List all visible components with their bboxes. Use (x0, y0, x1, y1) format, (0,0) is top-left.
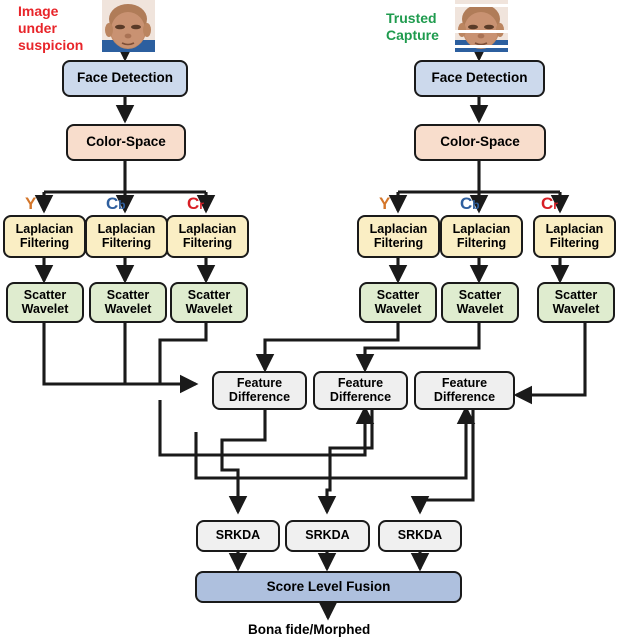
label-line: Difference (228, 389, 291, 404)
left-branch-caption: Image under suspicion (18, 3, 84, 54)
label-line: Feature (337, 376, 384, 390)
right-color-space-label: Color-Space (440, 134, 520, 150)
label-line: Wavelet (374, 301, 422, 316)
label-line: Scatter (458, 288, 502, 302)
label-line: Filtering (456, 235, 507, 250)
probe-face-photo (102, 0, 155, 52)
right-channel-cb-label: Cb (460, 194, 480, 213)
left-scatter-wavelet-cb[interactable]: Scatter Wavelet (89, 282, 167, 323)
right-channel-cr-label: Cr (541, 194, 558, 213)
right-laplacian-filtering-y[interactable]: Laplacian Filtering (357, 215, 440, 258)
label-line: Wavelet (21, 301, 69, 316)
right-scatter-wavelet-cb[interactable]: Scatter Wavelet (441, 282, 519, 323)
score-level-fusion-label: Score Level Fusion (266, 578, 391, 594)
right-channel-y-label: Y (379, 194, 391, 213)
label-line: Scatter (187, 288, 231, 302)
label-line: Scatter (376, 288, 420, 302)
label-line: Filtering (182, 235, 233, 250)
label-line: Laplacian (369, 222, 428, 236)
right-face-detection-box[interactable]: Face Detection (414, 60, 545, 97)
srkda-label: SRKDA (305, 528, 350, 543)
score-level-fusion-box[interactable]: Score Level Fusion (195, 571, 462, 603)
feature-difference-box-3[interactable]: Feature Difference (414, 371, 515, 410)
left-channel-cb-label: Cb (106, 194, 126, 213)
left-color-space-box[interactable]: Color-Space (66, 124, 186, 161)
left-scatter-wavelet-y[interactable]: Scatter Wavelet (6, 282, 84, 323)
label-line: Wavelet (456, 301, 504, 316)
left-face-detection-label: Face Detection (76, 70, 174, 86)
left-face-detection-box[interactable]: Face Detection (62, 60, 188, 97)
right-laplacian-filtering-cb[interactable]: Laplacian Filtering (440, 215, 523, 258)
feature-difference-box-2[interactable]: Feature Difference (313, 371, 408, 410)
left-scatter-wavelet-cr[interactable]: Scatter Wavelet (170, 282, 248, 323)
srkda-label: SRKDA (215, 528, 261, 543)
label-line: Filtering (373, 235, 424, 250)
reference-face-photo (455, 0, 508, 52)
label-line: Feature (441, 376, 488, 390)
right-branch-caption: Trusted Capture (386, 10, 439, 44)
srkda-box-1[interactable]: SRKDA (196, 520, 280, 552)
label-line: Scatter (106, 288, 150, 302)
left-channel-y-label: Y (25, 194, 37, 213)
feature-difference-box-1[interactable]: Feature Difference (212, 371, 307, 410)
final-decision-label: Bona fide/Morphed (248, 622, 371, 637)
label-line: Difference (329, 389, 392, 404)
right-color-space-box[interactable]: Color-Space (414, 124, 546, 161)
right-face-detection-label: Face Detection (431, 70, 528, 86)
srkda-label: SRKDA (397, 528, 443, 543)
diagram-canvas: Image under suspicion Trusted Capture Fa… (0, 0, 620, 642)
label-line: Laplacian (545, 222, 604, 236)
srkda-box-2[interactable]: SRKDA (285, 520, 370, 552)
label-line: Laplacian (452, 222, 511, 236)
left-color-space-label: Color-Space (86, 134, 166, 150)
label-line: Laplacian (97, 222, 156, 236)
left-laplacian-filtering-cb[interactable]: Laplacian Filtering (85, 215, 168, 258)
label-line: Scatter (23, 288, 67, 302)
face-illustration-icon (102, 0, 155, 52)
left-channel-cr-label: Cr (187, 194, 204, 213)
label-line: Filtering (549, 235, 600, 250)
left-laplacian-filtering-y[interactable]: Laplacian Filtering (3, 215, 86, 258)
right-laplacian-filtering-cr[interactable]: Laplacian Filtering (533, 215, 616, 258)
label-line: Filtering (101, 235, 152, 250)
label-line: Laplacian (178, 222, 237, 236)
left-laplacian-filtering-cr[interactable]: Laplacian Filtering (166, 215, 249, 258)
right-scatter-wavelet-y[interactable]: Scatter Wavelet (359, 282, 437, 323)
srkda-box-3[interactable]: SRKDA (378, 520, 462, 552)
label-line: Wavelet (104, 301, 152, 316)
label-line: Laplacian (15, 222, 74, 236)
label-line: Wavelet (185, 301, 233, 316)
face-illustration-icon (455, 0, 508, 52)
right-scatter-wavelet-cr[interactable]: Scatter Wavelet (537, 282, 615, 323)
label-line: Wavelet (552, 301, 600, 316)
label-line: Filtering (19, 235, 70, 250)
label-line: Scatter (554, 288, 598, 302)
label-line: Difference (433, 389, 496, 404)
label-line: Feature (236, 376, 283, 390)
